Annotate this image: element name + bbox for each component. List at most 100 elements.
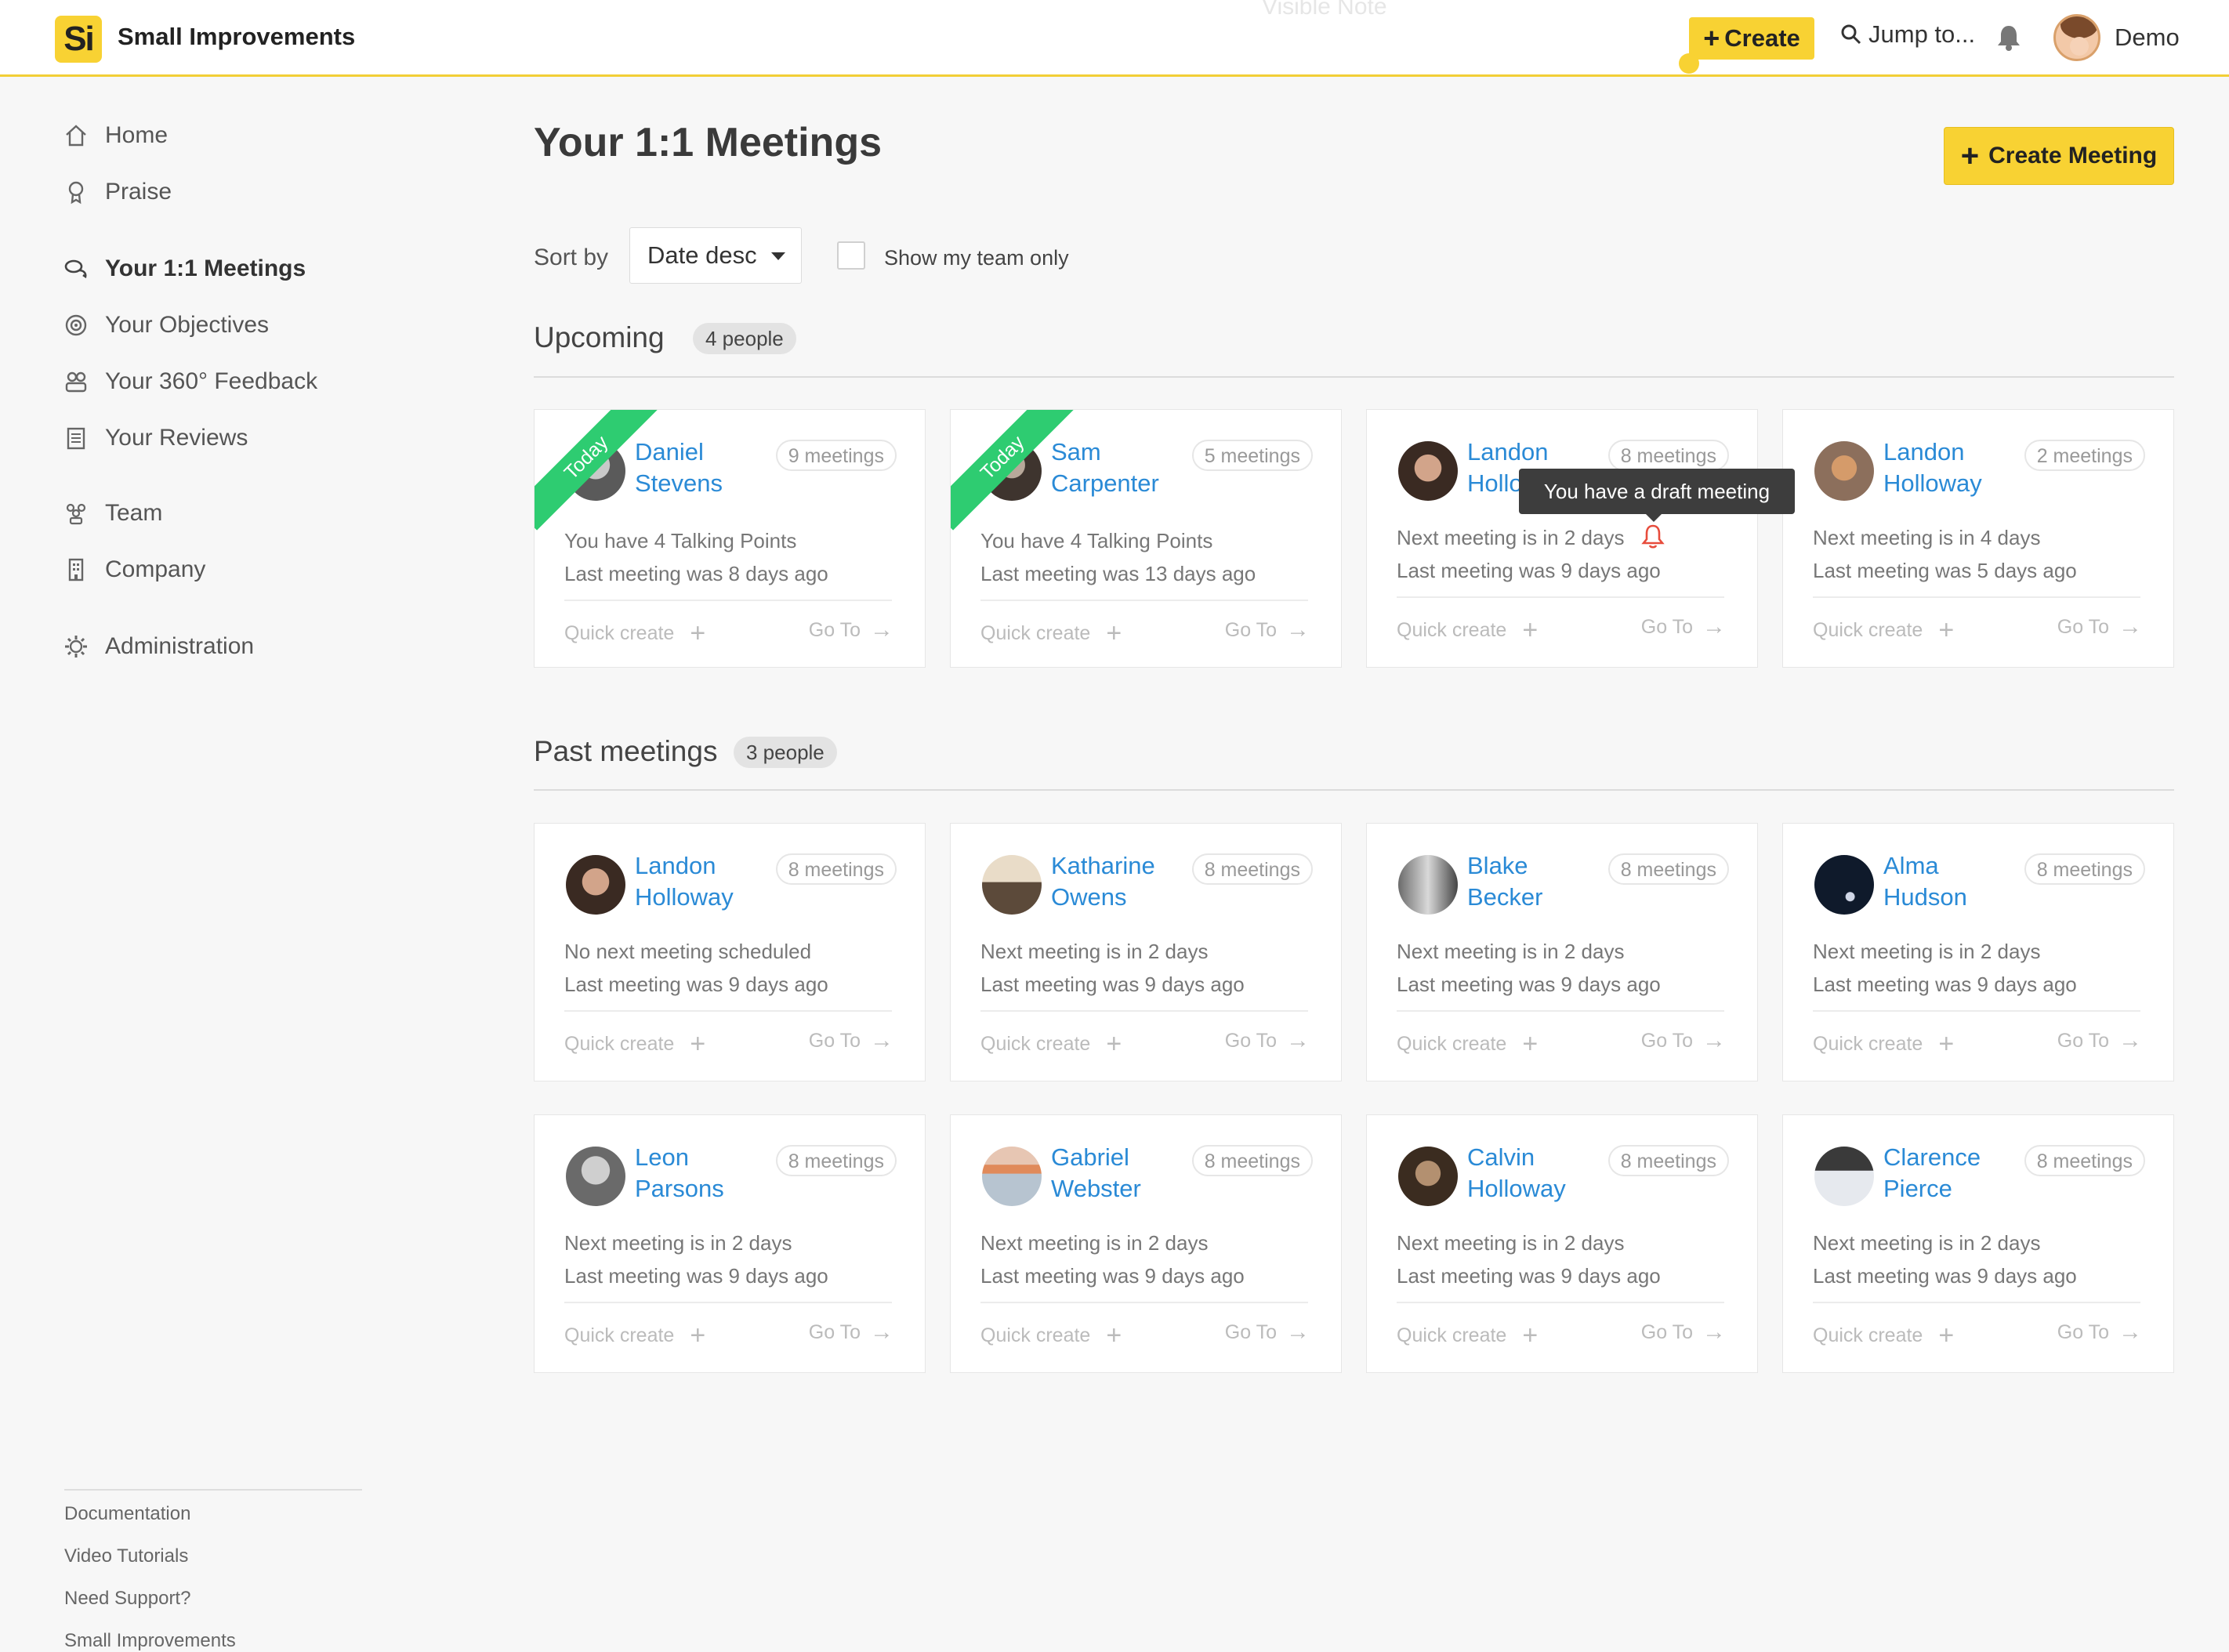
sort-select[interactable]: Date desc bbox=[629, 227, 802, 284]
user-menu[interactable]: Demo bbox=[2053, 14, 2180, 61]
sidebar-item-360-feedback[interactable]: Your 360° Feedback bbox=[63, 368, 317, 395]
quick-create-button[interactable]: Quick create + bbox=[564, 1031, 705, 1057]
sidebar-item-company[interactable]: Company bbox=[63, 556, 205, 583]
go-to-button[interactable]: Go To → bbox=[1225, 1321, 1310, 1344]
avatar bbox=[1814, 1147, 1874, 1206]
quick-create-button[interactable]: Quick create + bbox=[980, 620, 1122, 647]
footer-link-need-support[interactable]: Need Support? bbox=[64, 1588, 190, 1610]
meetings-count-badge: 8 meetings bbox=[1191, 1145, 1313, 1176]
past-meetings-section-title: Past meetings bbox=[534, 735, 718, 767]
go-to-button[interactable]: Go To → bbox=[1225, 1029, 1310, 1052]
person-name-link[interactable]: Alma Hudson bbox=[1883, 850, 2032, 913]
meetings-count-badge: 8 meetings bbox=[1607, 853, 1729, 885]
go-to-button[interactable]: Go To → bbox=[809, 1321, 893, 1344]
quick-create-button[interactable]: Quick create + bbox=[564, 620, 705, 647]
go-to-label: Go To bbox=[1640, 1029, 1693, 1052]
sidebar-item-label: Company bbox=[105, 556, 206, 582]
sidebar-item-praise[interactable]: Praise bbox=[63, 179, 172, 205]
meetings-count-badge: 5 meetings bbox=[1191, 440, 1313, 471]
arrow-right-icon: → bbox=[1286, 617, 1310, 643]
last-meeting-status: Last meeting was 9 days ago bbox=[1397, 559, 1661, 582]
card-divider bbox=[1397, 1302, 1724, 1303]
quick-create-button[interactable]: Quick create + bbox=[564, 1322, 705, 1349]
person-name-link[interactable]: Sam Carpenter bbox=[1051, 437, 1200, 499]
meeting-card[interactable]: Blake Becker 8 meetings Next meeting is in … bbox=[1366, 823, 1758, 1081]
past-count-badge: 3 people bbox=[734, 737, 837, 768]
go-to-button[interactable]: Go To → bbox=[2057, 1321, 2142, 1344]
first-name: Leon bbox=[635, 1143, 689, 1171]
person-name-link[interactable]: Blake Becker bbox=[1467, 850, 1616, 913]
quick-create-button[interactable]: Quick create + bbox=[1397, 617, 1538, 643]
person-name-link[interactable]: Landon Holloway bbox=[1883, 437, 2032, 499]
sidebar-item-administration[interactable]: Administration bbox=[63, 633, 254, 660]
quick-create-button[interactable]: Quick create + bbox=[1813, 1322, 1954, 1349]
sidebar-item-team[interactable]: Team bbox=[63, 500, 162, 527]
quick-create-button[interactable]: Quick create + bbox=[1813, 617, 1954, 643]
person-name-link[interactable]: Gabriel Webster bbox=[1051, 1142, 1200, 1205]
plus-icon: + bbox=[690, 618, 706, 648]
arrow-right-icon: → bbox=[1702, 1027, 1726, 1053]
app-name[interactable]: Small Improvements bbox=[118, 23, 355, 51]
meeting-card[interactable]: Katharine Owens 8 meetings Next meeting is … bbox=[950, 823, 1342, 1081]
meeting-card[interactable]: Landon Holloway 8 meetings Next meeting is … bbox=[1366, 409, 1758, 668]
go-to-button[interactable]: Go To → bbox=[2057, 1029, 2142, 1052]
person-name-link[interactable]: Calvin Holloway bbox=[1467, 1142, 1616, 1205]
go-to-label: Go To bbox=[2057, 1321, 2109, 1343]
quick-create-label: Quick create bbox=[1813, 1324, 1923, 1346]
meeting-card[interactable]: Alma Hudson 8 meetings Next meeting is in 2… bbox=[1782, 823, 2174, 1081]
create-meeting-button[interactable]: + Create Meeting bbox=[1944, 127, 2174, 185]
person-name-link[interactable]: Katharine Owens bbox=[1051, 850, 1200, 913]
go-to-button[interactable]: Go To → bbox=[1641, 615, 1726, 639]
person-name-link[interactable]: Clarence Pierce bbox=[1883, 1142, 2032, 1205]
quick-create-button[interactable]: Quick create + bbox=[1813, 1031, 1954, 1057]
meeting-card[interactable]: Landon Holloway 8 meetings No next meeting … bbox=[534, 823, 926, 1081]
quick-create-button[interactable]: Quick create + bbox=[980, 1322, 1122, 1349]
next-meeting-status: Next meeting is in 2 days bbox=[1813, 940, 2041, 963]
meetings-count-badge: 8 meetings bbox=[2024, 1145, 2145, 1176]
go-to-button[interactable]: Go To → bbox=[1641, 1029, 1726, 1052]
quick-create-button[interactable]: Quick create + bbox=[1397, 1031, 1538, 1057]
sidebar-item-reviews[interactable]: Your Reviews bbox=[63, 425, 248, 451]
go-to-button[interactable]: Go To → bbox=[809, 618, 893, 642]
show-my-team-only-label[interactable]: Show my team only bbox=[884, 246, 1069, 270]
meeting-card[interactable]: Calvin Holloway 8 meetings Next meeting is … bbox=[1366, 1114, 1758, 1373]
quick-create-label: Quick create bbox=[564, 621, 675, 644]
notifications-bell-icon[interactable] bbox=[1995, 24, 2022, 56]
person-name-link[interactable]: Landon Holloway bbox=[635, 850, 784, 913]
meeting-card[interactable]: Today Sam Carpenter 5 meetings You have 4 Ta… bbox=[950, 409, 1342, 668]
go-to-button[interactable]: Go To → bbox=[2057, 615, 2142, 639]
first-name: Landon bbox=[635, 852, 716, 879]
meeting-card[interactable]: Today Daniel Stevens 9 meetings You have 4 T… bbox=[534, 409, 926, 668]
footer-link-documentation[interactable]: Documentation bbox=[64, 1503, 190, 1525]
show-my-team-only-checkbox[interactable] bbox=[837, 241, 865, 270]
next-meeting-status: Next meeting is in 2 days bbox=[564, 1231, 792, 1255]
go-to-button[interactable]: Go To → bbox=[1641, 1321, 1726, 1344]
app-logo[interactable]: Si bbox=[55, 16, 102, 63]
plus-icon: + bbox=[1106, 618, 1122, 648]
meeting-card[interactable]: Gabriel Webster 8 meetings Next meeting is … bbox=[950, 1114, 1342, 1373]
person-name-link[interactable]: Daniel Stevens bbox=[635, 437, 784, 499]
footer-link-video-tutorials[interactable]: Video Tutorials bbox=[64, 1545, 188, 1567]
create-button[interactable]: + Create bbox=[1689, 17, 1814, 60]
last-name: Parsons bbox=[635, 1175, 724, 1202]
quick-create-button[interactable]: Quick create + bbox=[1397, 1322, 1538, 1349]
sidebar-item-home[interactable]: Home bbox=[63, 122, 168, 149]
meeting-card[interactable]: Landon Holloway 2 meetings Next meeting is … bbox=[1782, 409, 2174, 668]
avatar bbox=[1398, 855, 1458, 915]
quick-create-button[interactable]: Quick create + bbox=[980, 1031, 1122, 1057]
user-name: Demo bbox=[2115, 24, 2180, 51]
jump-to-search[interactable]: Jump to... bbox=[1840, 20, 1975, 49]
card-divider bbox=[1813, 1302, 2140, 1303]
sidebar-item-objectives[interactable]: Your Objectives bbox=[63, 312, 269, 339]
plus-icon: + bbox=[1522, 1321, 1539, 1350]
go-to-button[interactable]: Go To → bbox=[1225, 618, 1310, 642]
sidebar-item-one-on-one-meetings[interactable]: Your 1:1 Meetings bbox=[63, 255, 306, 282]
go-to-button[interactable]: Go To → bbox=[809, 1029, 893, 1052]
draft-alert-bell-icon[interactable] bbox=[1641, 523, 1665, 552]
person-name-link[interactable]: Leon Parsons bbox=[635, 1142, 784, 1205]
chat-icon bbox=[63, 255, 89, 282]
last-meeting-status: Last meeting was 13 days ago bbox=[980, 562, 1256, 585]
meeting-card[interactable]: Clarence Pierce 8 meetings Next meeting is … bbox=[1782, 1114, 2174, 1373]
meeting-card[interactable]: Leon Parsons 8 meetings Next meeting is in … bbox=[534, 1114, 926, 1373]
meetings-count-badge: 8 meetings bbox=[1607, 440, 1729, 471]
